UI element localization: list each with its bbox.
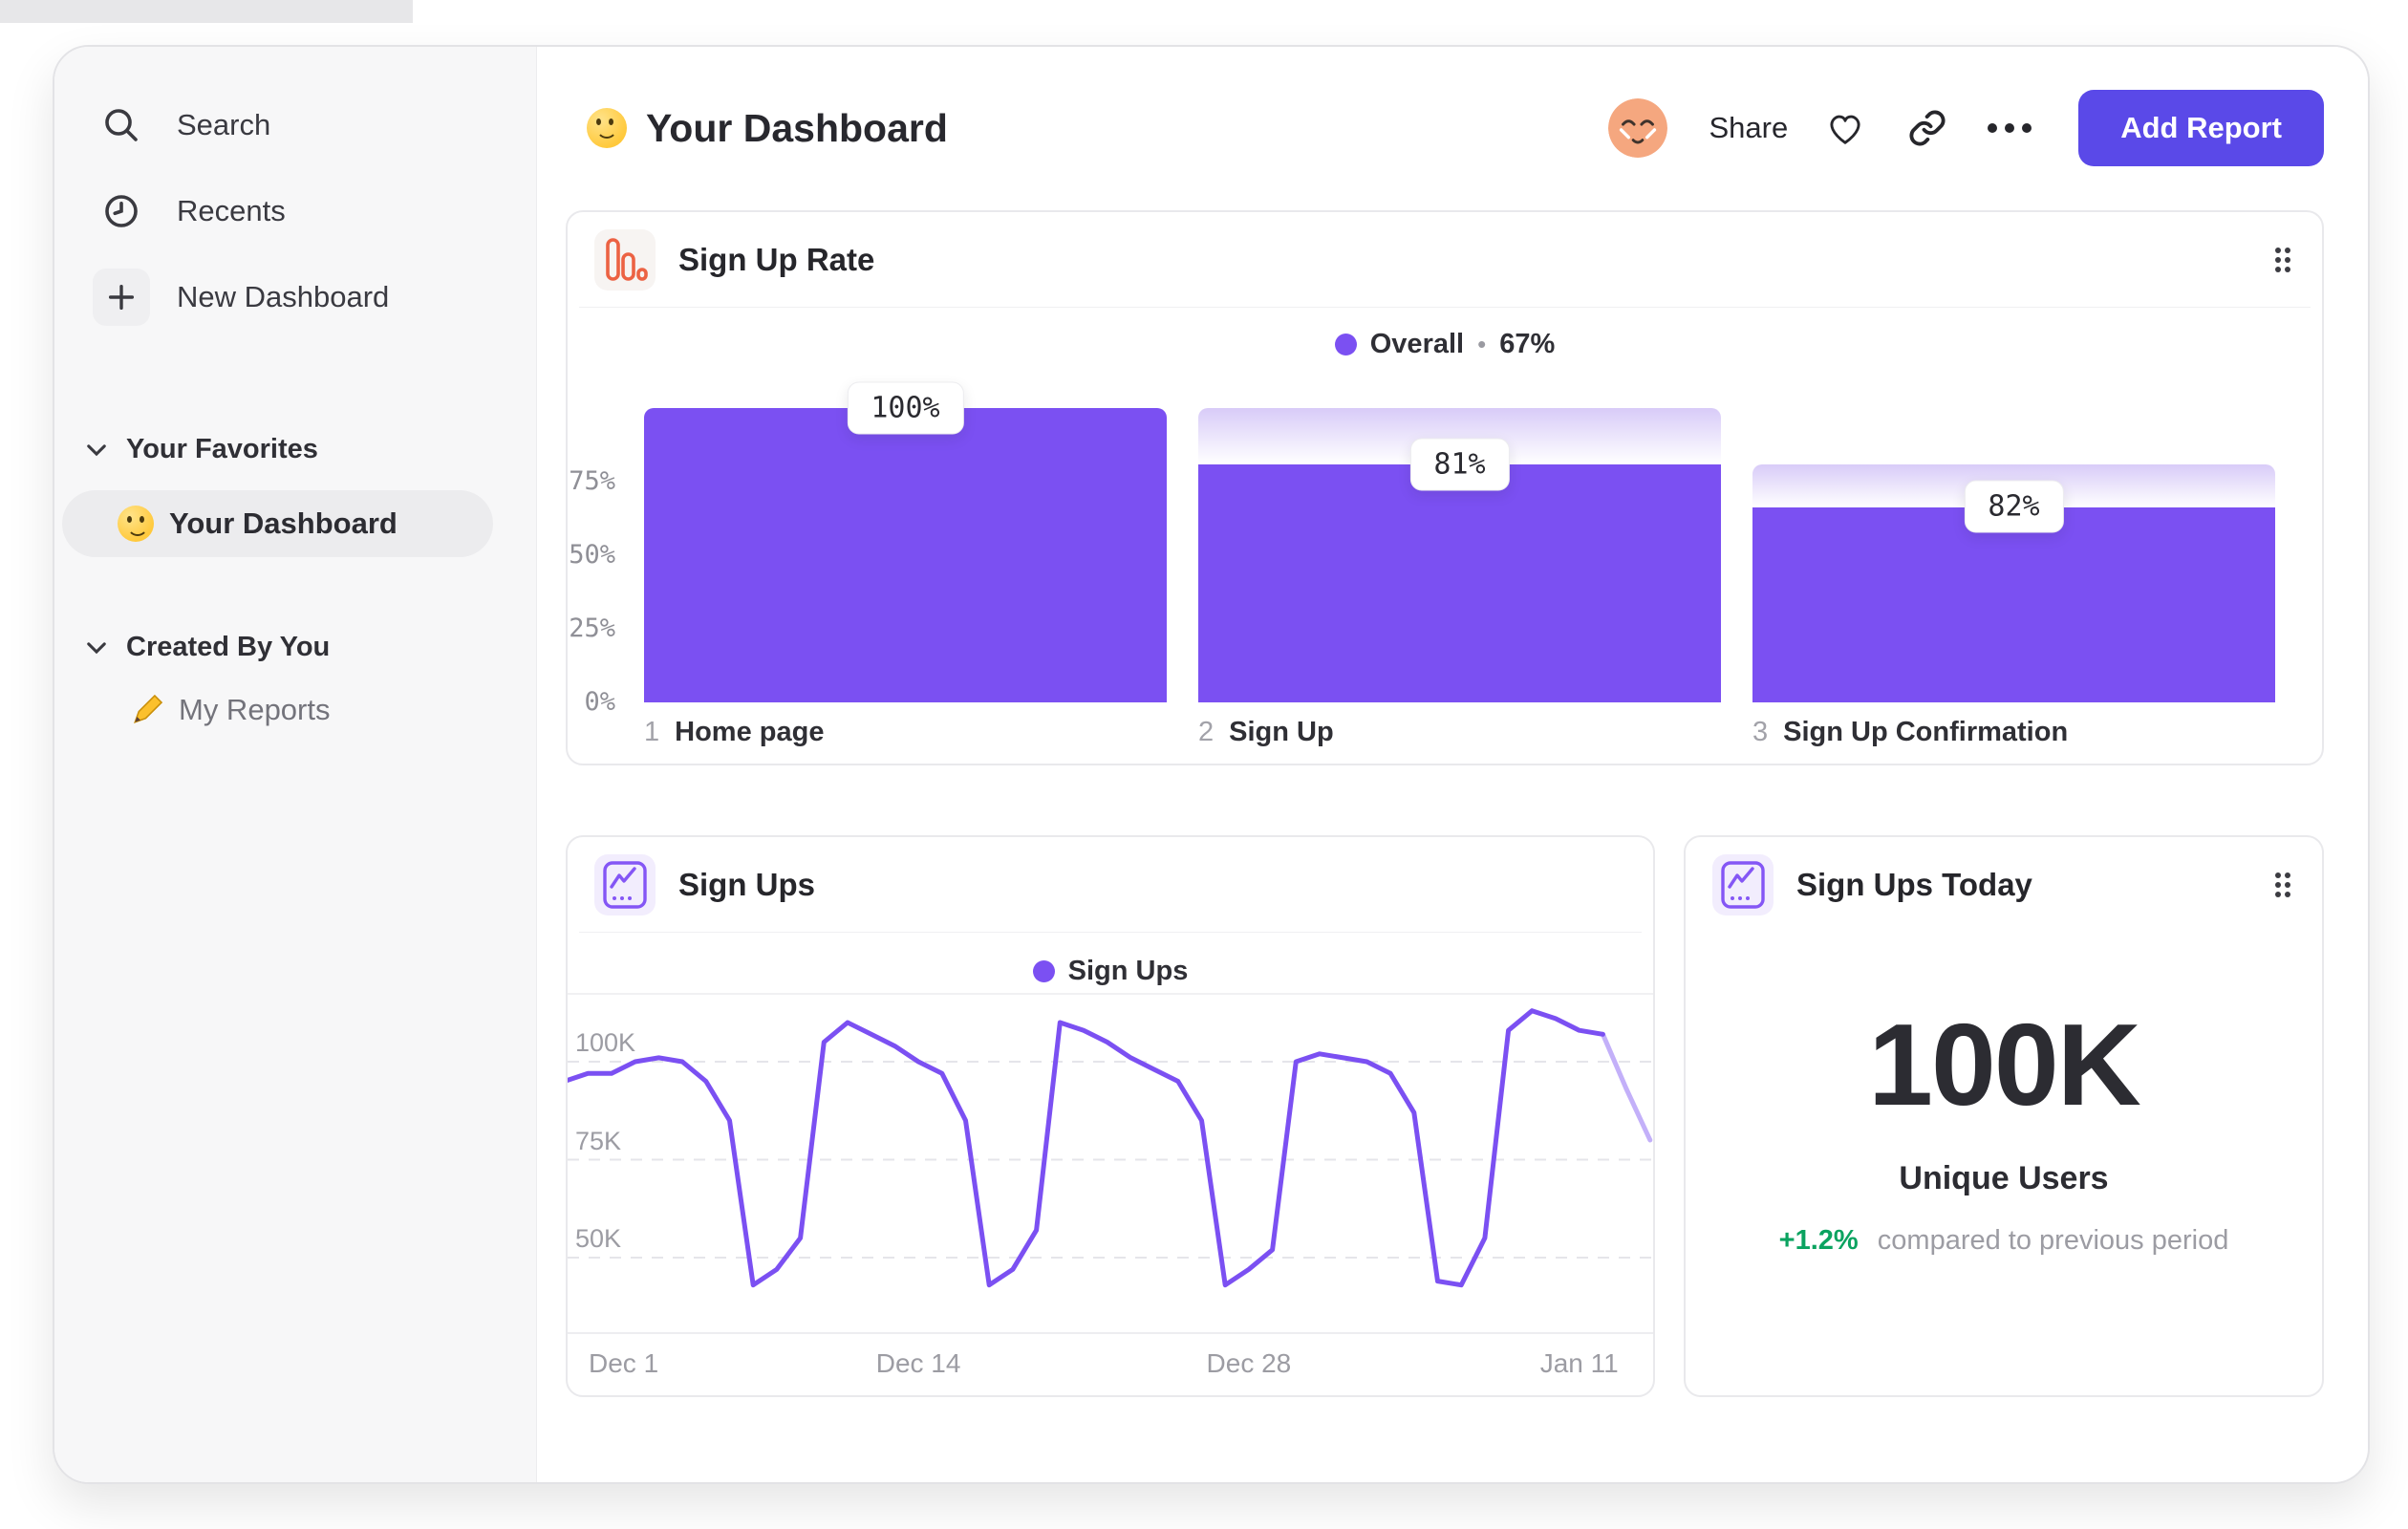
section-toggle-your-favorites[interactable]: Your Favorites (86, 434, 536, 465)
sidebar-item-label: Recents (177, 194, 286, 227)
clock-icon (93, 183, 150, 240)
y-axis-tick: 75K (575, 1126, 622, 1155)
chevron-down-icon (87, 641, 106, 654)
card-header: Sign Up Rate (568, 212, 2322, 308)
card-sign-up-rate: Sign Up Rate Overall • 67% 75% 50% 25% 0… (566, 210, 2324, 765)
legend-label: Overall (1369, 329, 1465, 359)
add-report-button[interactable]: Add Report (2078, 90, 2324, 166)
plus-icon (93, 269, 150, 326)
chevron-down-icon (87, 443, 106, 456)
more-options-button[interactable] (1979, 97, 2040, 159)
y-axis-tick: 50K (575, 1224, 622, 1253)
smiley-emoji-icon (118, 506, 154, 542)
x-axis-tick: Dec 1 (589, 1348, 659, 1378)
sign-ups-line-chart: 100K 75K 50K Dec 1 Dec 14 Dec 28 Jan 11 (568, 993, 1657, 1395)
y-axis-tick: 0% (584, 687, 615, 717)
sidebar-nav: Search Recents New Dashboard (54, 97, 536, 326)
y-axis-tick: 25% (569, 614, 615, 643)
copy-link-button[interactable] (1897, 97, 1958, 159)
window-chrome-artifact (0, 0, 413, 23)
kpi-delta: +1.2% (1778, 1225, 1859, 1256)
drag-handle-icon[interactable] (2272, 246, 2293, 274)
funnel-value-tooltip: 100% (847, 381, 964, 435)
y-axis-tick: 50% (569, 540, 615, 570)
kpi-delta-row: +1.2% compared to previous period (1686, 1225, 2322, 1257)
funnel-bar[interactable] (644, 408, 1167, 702)
funnel-bar-fill (1198, 463, 1721, 702)
share-button[interactable]: Share (1709, 111, 1789, 145)
y-axis-tick: 100K (575, 1028, 636, 1057)
y-axis-tick: 75% (569, 466, 615, 496)
funnel-bar-fill (1752, 506, 2275, 702)
funnel-legend: Overall • 67% (568, 329, 2322, 360)
page-title: Your Dashboard (646, 105, 948, 150)
pencil-icon (134, 694, 163, 723)
x-axis-tick: Dec 14 (875, 1348, 961, 1378)
line-legend: Sign Ups (568, 950, 1653, 993)
legend-value: 67% (1499, 329, 1556, 359)
sidebar-item-label: My Reports (179, 693, 331, 726)
x-axis-line (568, 1332, 1653, 1334)
kpi-caption: Unique Users (1899, 1160, 2109, 1196)
app-window: Search Recents New Dashboard Your Favori… (53, 45, 2370, 1484)
funnel-step-label: 3 Sign Up Confirmation (1752, 717, 2069, 747)
heart-icon (1830, 115, 1860, 144)
sidebar-item-new-dashboard[interactable]: New Dashboard (93, 269, 536, 326)
sidebar-item-search[interactable]: Search (93, 97, 536, 154)
ellipsis-icon (1988, 123, 2032, 133)
card-title: Sign Ups Today (1796, 867, 2032, 902)
funnel-bar-fill (644, 408, 1167, 702)
funnel-value-tooltip: 82% (1964, 480, 2064, 533)
sidebar-item-recents[interactable]: Recents (93, 183, 536, 240)
sidebar-item-label: Your Dashboard (169, 506, 398, 540)
line-chart-icon (594, 854, 656, 915)
section-label: Created By You (126, 632, 331, 662)
legend-dot (1032, 960, 1055, 982)
avatar[interactable] (1607, 98, 1667, 158)
favorite-heart-button[interactable] (1815, 97, 1876, 159)
main-content: Your Dashboard Share Add Report Sign Up … (537, 47, 2368, 1482)
legend-label: Sign Ups (1067, 956, 1189, 986)
page-header: Your Dashboard Share Add Report (587, 85, 2324, 171)
funnel-step-label: 2 Sign Up (1198, 717, 1334, 747)
x-axis-tick: Dec 28 (1206, 1348, 1292, 1378)
card-header: Sign Ups (568, 837, 1653, 933)
kpi-delta-note: compared to previous period (1877, 1225, 2229, 1256)
sidebar-item-label: New Dashboard (177, 280, 390, 313)
section-toggle-created-by-you[interactable]: Created By You (86, 632, 536, 663)
kpi-value: 100K (1868, 1000, 2141, 1130)
card-title: Sign Ups (678, 867, 816, 902)
section-label: Your Favorites (126, 434, 318, 464)
sidebar-section-created-by-you: Created By You My Reports (54, 632, 536, 728)
sidebar-item-label: Search (177, 108, 271, 141)
funnel-value-tooltip: 81% (1409, 438, 1510, 491)
x-axis-tick: Jan 11 (1539, 1348, 1619, 1378)
header-actions: Share Add Report (1607, 90, 2324, 166)
sidebar-section-your-favorites: Your Favorites Your Dashboard (54, 434, 536, 557)
sidebar-item-your-dashboard[interactable]: Your Dashboard (62, 490, 493, 557)
card-sign-ups: Sign Ups Sign Ups 100K 75K 50K Dec 1 Dec… (566, 835, 1657, 1397)
card-header: Sign Ups Today (1686, 837, 2322, 933)
funnel-chart: 75% 50% 25% 0% 100% 81% 82% (569, 381, 2275, 717)
line-chart-svg (568, 1008, 1657, 1288)
line-chart-icon (1712, 854, 1774, 915)
bar-chart-icon (594, 229, 656, 291)
drag-handle-icon[interactable] (2272, 871, 2293, 899)
search-icon (93, 97, 150, 154)
legend-separator: • (1477, 330, 1487, 358)
sidebar-item-my-reports[interactable]: My Reports (129, 692, 493, 728)
card-sign-ups-today: Sign Ups Today 100K Unique Users +1.2% c… (1684, 835, 2324, 1397)
funnel-step-label: 1 Home page (644, 717, 825, 747)
legend-dot (1334, 334, 1357, 355)
smiley-emoji-icon (587, 108, 627, 148)
card-title: Sign Up Rate (678, 242, 875, 277)
sidebar: Search Recents New Dashboard Your Favori… (54, 47, 537, 1482)
link-icon (1909, 110, 1946, 146)
